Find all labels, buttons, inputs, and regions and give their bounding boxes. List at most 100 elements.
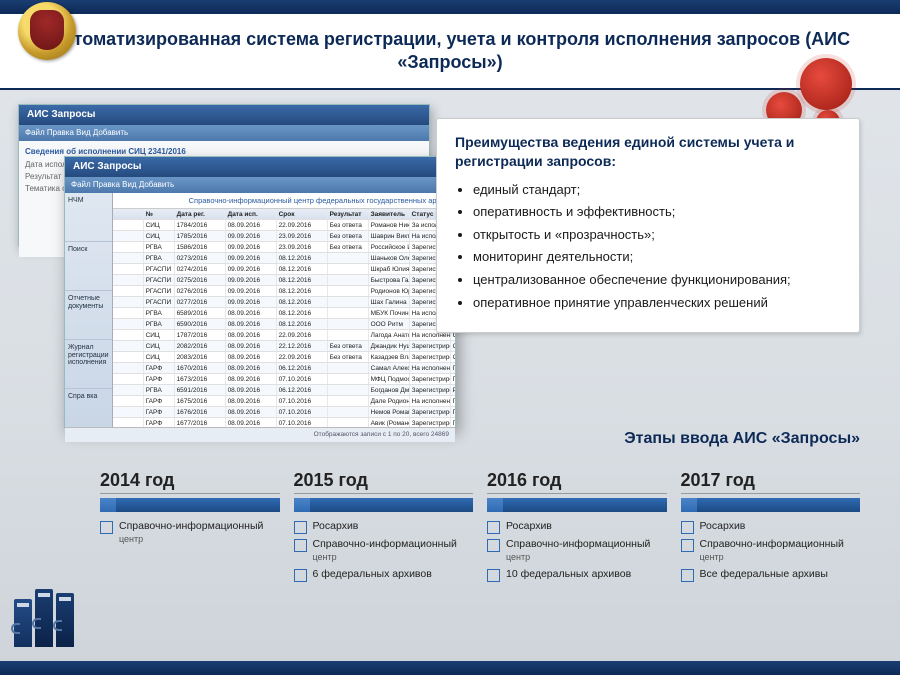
table-row: РГВА1586/201609.09.201623.09.2016Без отв… (113, 242, 455, 253)
table-row: СИЦ2082/201608.09.201622.12.2016Без отве… (113, 341, 455, 352)
cell: ГАРФ (144, 418, 175, 427)
checkbox-icon (487, 569, 500, 582)
cell: 09.09.2016 (226, 286, 277, 296)
checkbox-icon (487, 539, 500, 552)
table-row: СИЦ1785/201609.09.201623.09.2016Без отве… (113, 231, 455, 242)
cell: 1677/2016 (175, 418, 226, 427)
cell: ГАРФ (451, 363, 455, 373)
cell: 08.12.2016 (277, 297, 328, 307)
cell: Зарегистрирован (410, 341, 451, 351)
cell (328, 418, 369, 427)
cell: Лагода Анатолий (369, 330, 410, 340)
cell: ГАРФ (451, 396, 455, 406)
cell: Авик (Романов) Гали (369, 418, 410, 427)
timeline: 2014 годСправочно-информационный центр20… (100, 470, 860, 640)
cell: 22.12.2016 (277, 341, 328, 351)
cell: 08.09.2016 (226, 374, 277, 384)
cell: 23.09.2016 (277, 242, 328, 252)
cell (328, 330, 369, 340)
sidebar-item: Отчетные документы (65, 291, 112, 340)
cell (113, 374, 144, 384)
cell: Срок (277, 209, 328, 219)
cell (328, 385, 369, 395)
advantages-item: мониторинг деятельности; (473, 248, 841, 266)
cell: ООО Ритм (369, 319, 410, 329)
cell: 6589/2016 (175, 308, 226, 318)
year-item-label: Справочно-информационный центр (119, 520, 280, 546)
cell: 08.09.2016 (226, 341, 277, 351)
cell (328, 363, 369, 373)
cell (328, 297, 369, 307)
cell: 09.09.2016 (226, 297, 277, 307)
cell (113, 308, 144, 318)
table-row: РГВА6589/201608.09.201608.12.2016МБУК По… (113, 308, 455, 319)
year-column: 2017 годРосархивСправочно-информационный… (681, 470, 861, 640)
year-item: Справочно-информационный центр (294, 538, 474, 564)
cell (113, 264, 144, 274)
year-item-label: Справочно-информационный центр (313, 538, 474, 564)
cell: 08.09.2016 (226, 220, 277, 230)
cell: 1586/2016 (175, 242, 226, 252)
cell (328, 286, 369, 296)
cell: РГВА (144, 253, 175, 263)
cell: 07.10.2016 (277, 396, 328, 406)
cell: 09.09.2016 (226, 264, 277, 274)
cell: 08.09.2016 (226, 352, 277, 362)
year-column: 2015 годРосархивСправочно-информационный… (294, 470, 474, 640)
cell: 1787/2016 (175, 330, 226, 340)
advantages-item: оперативность и эффективность; (473, 203, 841, 221)
cell (113, 352, 144, 362)
table-row: ГАРФ1670/201608.09.201606.12.2016Самал А… (113, 363, 455, 374)
cell: ГАРФ (144, 407, 175, 417)
checkbox-icon (294, 539, 307, 552)
cell: 6591/2016 (175, 385, 226, 395)
cell (328, 396, 369, 406)
advantages-title: Преимущества ведения единой системы учет… (455, 133, 841, 171)
checkbox-icon (681, 569, 694, 582)
cell: РГАСПИ (144, 275, 175, 285)
emblem-icon (18, 2, 76, 60)
table-row: РГВА0273/201609.09.201608.12.2016Шаньков… (113, 253, 455, 264)
year-column: 2016 годРосархивСправочно-информационный… (487, 470, 667, 640)
cell: 1784/2016 (175, 220, 226, 230)
cell (328, 253, 369, 263)
advantages-item: открытость и «прозрачность»; (473, 226, 841, 244)
sidebar-item: Спра вка (65, 389, 112, 427)
cell: 0277/2016 (175, 297, 226, 307)
sidebar-item: НЧМ (65, 193, 112, 242)
cell: 1676/2016 (175, 407, 226, 417)
stages-title: Этапы ввода АИС «Запросы» (624, 430, 860, 448)
cell: РГВА (451, 385, 455, 395)
advantages-item: оперативное принятие управленческих реше… (473, 294, 841, 312)
cell (113, 220, 144, 230)
cell: МФЦ Подмосковья (369, 374, 410, 384)
cell (113, 330, 144, 340)
cell: 08.09.2016 (226, 396, 277, 406)
cell: СИЦ (451, 341, 455, 351)
cell: Зарегистрирован (410, 407, 451, 417)
year-item-label: Росархив (700, 520, 746, 533)
binder-icon (35, 589, 53, 647)
year-heading: 2015 год (294, 470, 474, 494)
advantages-list: единый стандарт;оперативность и эффектив… (455, 181, 841, 311)
cell: Немов Романова Елена (369, 407, 410, 417)
cell: Шах Галина (369, 297, 410, 307)
year-heading: 2016 год (487, 470, 667, 494)
cell: Дата исп. (226, 209, 277, 219)
year-item-label: 10 федеральных архивов (506, 568, 631, 581)
cell: ГАРФ (144, 396, 175, 406)
cell: Без ответа (328, 231, 369, 241)
cell (113, 418, 144, 427)
cell (328, 275, 369, 285)
table-row: РГАСПИ0277/201609.09.201608.12.2016 Шах Г… (113, 297, 455, 308)
cell (113, 319, 144, 329)
cell: 07.10.2016 (277, 374, 328, 384)
cell: РГАСПИ (144, 297, 175, 307)
binder-icon (56, 593, 74, 647)
cell: 0276/2016 (175, 286, 226, 296)
binders-icon (14, 585, 86, 647)
cell (113, 231, 144, 241)
cell: РГАСПИ (144, 264, 175, 274)
cell: Результат (328, 209, 369, 219)
table-row: ГАРФ1675/201608.09.201607.10.2016Дале Ро… (113, 396, 455, 407)
